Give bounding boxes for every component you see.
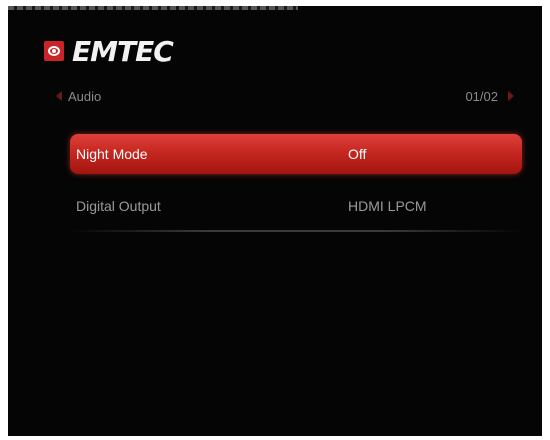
chevron-left-icon[interactable] — [56, 91, 62, 101]
menu-item-label: Night Mode — [76, 146, 148, 162]
page-number: 01/02 — [465, 88, 498, 104]
menu-item-night-mode[interactable]: Night Mode Off — [70, 134, 522, 174]
menu-item-value: HDMI LPCM — [348, 198, 427, 214]
menu-item-label: Digital Output — [76, 198, 161, 214]
menu-title: Audio — [68, 88, 102, 104]
chevron-right-icon[interactable] — [508, 91, 514, 101]
brand-name: EMTEC — [72, 34, 174, 68]
page-indicator: 01/02 — [465, 86, 514, 106]
tv-screen: EMTEC Audio 01/02 Night Mode Off Digital… — [8, 6, 542, 436]
emtec-logo-icon — [44, 41, 64, 61]
breadcrumb[interactable]: Audio — [56, 86, 101, 106]
menu-item-value: Off — [348, 146, 367, 162]
menu-item-digital-output[interactable]: Digital Output HDMI LPCM — [70, 186, 522, 226]
top-edge-decoration — [8, 6, 298, 10]
brand-logo: EMTEC — [44, 34, 174, 68]
menu-divider — [70, 230, 522, 232]
